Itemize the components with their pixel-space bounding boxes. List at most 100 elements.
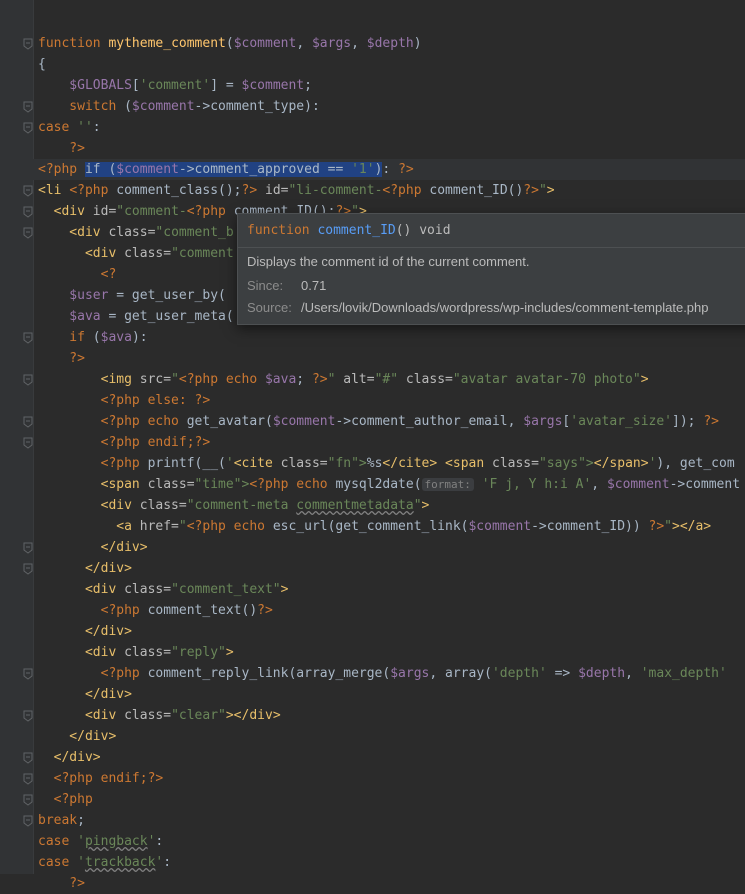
code-text: <div class="comment_b: [38, 222, 233, 243]
code-token: >: [640, 372, 649, 387]
code-line[interactable]: </div>: [0, 747, 745, 768]
code-token: $comment: [233, 36, 297, 51]
code-line[interactable]: <?php endif;?>: [0, 432, 745, 453]
code-editor[interactable]: function mytheme_comment($comment, $args…: [0, 0, 745, 891]
code-line[interactable]: <?php: [0, 789, 745, 810]
code-token: ,: [591, 477, 607, 492]
code-token: >: [546, 183, 555, 198]
code-line[interactable]: <?php endif;?>: [0, 768, 745, 789]
code-token: $user: [38, 288, 109, 303]
code-token: <?php else: ?>: [38, 393, 211, 408]
code-line[interactable]: <div class="clear"></div>: [0, 705, 745, 726]
code-token: comment_reply_link(array_merge(: [147, 666, 391, 681]
code-line[interactable]: $GLOBALS['comment'] = $comment;: [0, 75, 745, 96]
code-line[interactable]: <div class="comment_text">: [0, 579, 745, 600]
code-line[interactable]: break;: [0, 810, 745, 831]
code-text: <?php comment_reply_link(array_merge($ar…: [38, 663, 727, 684]
code-token: ,: [625, 666, 641, 681]
code-line[interactable]: if ($ava):: [0, 327, 745, 348]
code-token: class=: [492, 456, 539, 471]
code-line[interactable]: </div>: [0, 558, 745, 579]
code-line[interactable]: <?php comment_reply_link(array_merge($ar…: [0, 663, 745, 684]
code-text: </div>: [38, 621, 132, 642]
code-text: <img src="<?php echo $ava; ?>" alt="#" c…: [38, 369, 649, 390]
code-token: ": [664, 519, 672, 534]
code-text: if ($ava):: [38, 327, 147, 348]
code-token: class=: [147, 477, 195, 492]
code-token: '1': [351, 162, 375, 177]
code-token: ?>: [38, 351, 85, 366]
code-line[interactable]: case 'trackback':: [0, 852, 745, 873]
code-line[interactable]: </div>: [0, 621, 745, 642]
code-token: "comment-meta: [186, 498, 297, 513]
code-token: ] =: [210, 78, 242, 93]
code-token: </div>: [38, 561, 132, 576]
code-token: "li-comment-: [288, 183, 383, 198]
code-token: ->comment_ID)): [531, 519, 649, 534]
code-line[interactable]: switch ($comment->comment_type):: [0, 96, 745, 117]
code-token: <?php: [186, 204, 234, 219]
code-token: 'max_depth': [640, 666, 727, 681]
code-token: <?php: [38, 792, 93, 807]
code-text: ?>: [38, 348, 85, 369]
code-line[interactable]: ?>: [0, 138, 745, 159]
code-token: ': [77, 834, 85, 849]
code-text: </div>: [38, 726, 116, 747]
code-token: <?php echo: [178, 372, 265, 387]
code-line[interactable]: </div>: [0, 537, 745, 558]
code-token: ): [413, 36, 422, 51]
code-token: 'avatar_size': [570, 414, 672, 429]
code-token: ": [413, 498, 422, 513]
code-line[interactable]: <?php echo get_avatar($comment->comment_…: [0, 411, 745, 432]
code-token: "reply": [171, 645, 226, 660]
code-token: $comment: [606, 477, 670, 492]
code-line[interactable]: <div class="comment-meta commentmetadata…: [0, 495, 745, 516]
source-value: /Users/lovik/Downloads/wordpress/wp-incl…: [301, 300, 709, 315]
code-token: case: [38, 855, 78, 870]
code-line[interactable]: <li <?php comment_class();?> id="li-comm…: [0, 180, 745, 201]
code-token: :: [92, 120, 101, 135]
code-token: ': [77, 855, 85, 870]
code-line[interactable]: [0, 12, 745, 33]
code-line[interactable]: ?>: [0, 873, 745, 894]
code-text: <div class="comment: [38, 243, 234, 264]
code-token: function: [38, 36, 109, 51]
code-token: </div>: [38, 687, 132, 702]
code-token: "comment_text": [171, 582, 281, 597]
code-token: ]);: [672, 414, 704, 429]
code-line[interactable]: case 'pingback':: [0, 831, 745, 852]
code-token: <cite: [233, 456, 281, 471]
code-line[interactable]: <span class="time"><?php echo mysql2date…: [0, 474, 745, 495]
code-token: ->comment_author_email,: [335, 414, 524, 429]
code-token: </div>: [38, 729, 117, 744]
code-line[interactable]: </div>: [0, 726, 745, 747]
code-token: %s: [366, 456, 383, 471]
code-token: trackback: [84, 855, 156, 870]
code-token: ?>: [703, 414, 719, 429]
code-line[interactable]: <?php if ($comment->comment_approved == …: [0, 159, 745, 180]
code-line[interactable]: <img src="<?php echo $ava; ?>" alt="#" c…: [0, 369, 745, 390]
code-text: function mytheme_comment($comment, $args…: [38, 33, 422, 54]
code-token: "time">: [194, 477, 250, 492]
code-token: :: [155, 834, 164, 849]
code-token: ;: [296, 372, 312, 387]
code-text: ?>: [38, 138, 85, 159]
code-token: class=: [124, 582, 172, 597]
code-line[interactable]: function mytheme_comment($comment, $args…: [0, 33, 745, 54]
code-line[interactable]: {: [0, 54, 745, 75]
code-line[interactable]: <a href="<?php echo esc_url(get_comment_…: [0, 516, 745, 537]
code-line[interactable]: <div class="reply">: [0, 642, 745, 663]
code-line[interactable]: ?>: [0, 348, 745, 369]
code-line[interactable]: <?php else: ?>: [0, 390, 745, 411]
code-line[interactable]: <?php printf(__('<cite class="fn">%s</ci…: [0, 453, 745, 474]
code-token: mysql2date(: [335, 477, 422, 492]
code-token: ></div>: [225, 708, 281, 723]
code-line[interactable]: case '':: [0, 117, 745, 138]
code-text: <?: [38, 264, 117, 285]
code-token: 'comment': [139, 78, 211, 93]
code-token: ': [225, 456, 234, 471]
code-line[interactable]: </div>: [0, 684, 745, 705]
code-token: $args: [390, 666, 430, 681]
code-line[interactable]: <?php comment_text()?>: [0, 600, 745, 621]
code-token: <?php endif;?>: [38, 435, 211, 450]
